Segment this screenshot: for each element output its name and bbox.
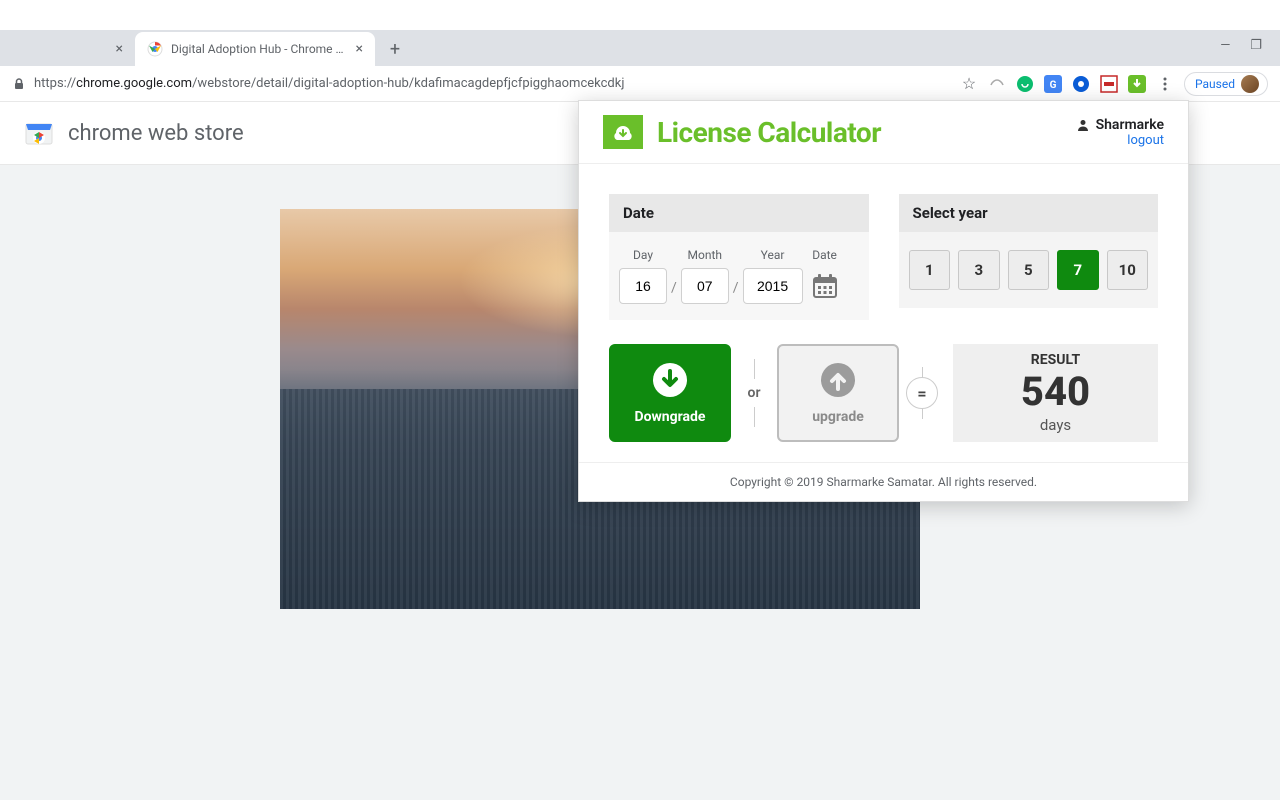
extension-icon[interactable] — [1100, 75, 1118, 93]
profile-paused-button[interactable]: Paused — [1184, 72, 1268, 96]
upgrade-button[interactable]: upgrade — [777, 344, 899, 442]
tab-blank[interactable]: × — [0, 32, 135, 66]
year-label: Year — [743, 248, 803, 262]
result-label: RESULT — [953, 352, 1158, 368]
result-value: 540 — [953, 372, 1158, 412]
calendar-icon — [810, 271, 840, 301]
or-label: or — [731, 385, 777, 401]
url-text[interactable]: https://chrome.google.com/webstore/detai… — [34, 76, 960, 91]
user-icon — [1076, 118, 1090, 132]
extension-icon[interactable] — [1016, 75, 1034, 93]
tab-strip: × Digital Adoption Hub - Chrome Web Stor… — [0, 30, 1280, 66]
lock-icon — [12, 77, 26, 91]
logout-link[interactable]: logout — [1076, 133, 1164, 148]
extension-icon[interactable] — [988, 75, 1006, 93]
year-input[interactable] — [743, 268, 803, 304]
new-tab-button[interactable]: + — [381, 35, 409, 63]
year-option-10[interactable]: 10 — [1107, 250, 1149, 290]
extension-icon[interactable] — [1072, 75, 1090, 93]
extension-icon[interactable]: G — [1044, 75, 1062, 93]
address-bar: https://chrome.google.com/webstore/detai… — [0, 66, 1280, 102]
result-box: RESULT 540 days — [953, 344, 1158, 442]
month-input[interactable] — [681, 268, 729, 304]
tab-favicon-icon — [147, 41, 163, 57]
page-title: chrome web store — [68, 121, 244, 146]
date-panel-header: Date — [609, 194, 869, 232]
extension-icon[interactable] — [1128, 75, 1146, 93]
date-label: Date — [807, 248, 843, 262]
result-unit: days — [953, 416, 1158, 434]
close-icon[interactable]: × — [356, 41, 363, 57]
year-option-3[interactable]: 3 — [958, 250, 1000, 290]
equals-icon: = — [906, 377, 938, 409]
app-logo-icon — [603, 115, 643, 149]
username-label: Sharmarke — [1076, 117, 1164, 133]
tab-active[interactable]: Digital Adoption Hub - Chrome Web Store … — [135, 32, 375, 66]
year-option-1[interactable]: 1 — [909, 250, 951, 290]
month-label: Month — [681, 248, 729, 262]
year-option-7[interactable]: 7 — [1057, 250, 1099, 290]
chrome-web-store-logo-icon — [24, 118, 54, 148]
day-input[interactable] — [619, 268, 667, 304]
downgrade-button[interactable]: Downgrade — [609, 344, 731, 442]
calendar-button[interactable] — [807, 268, 843, 304]
extension-popup: License Calculator Sharmarke logout Date… — [578, 100, 1189, 502]
close-icon[interactable]: × — [116, 41, 123, 57]
year-option-5[interactable]: 5 — [1008, 250, 1050, 290]
arrow-down-circle-icon — [651, 361, 689, 399]
popup-title: License Calculator — [657, 116, 881, 149]
star-icon[interactable]: ☆ — [960, 75, 978, 93]
svg-text:G: G — [1050, 80, 1057, 91]
popup-footer: Copyright © 2019 Sharmarke Samatar. All … — [579, 462, 1188, 501]
select-year-header: Select year — [899, 194, 1159, 232]
arrow-up-circle-icon — [819, 361, 857, 399]
window-maximize-icon[interactable]: ❐ — [1250, 38, 1262, 53]
day-label: Day — [619, 248, 667, 262]
tab-title: Digital Adoption Hub - Chrome Web Store — [171, 42, 348, 56]
avatar-icon — [1241, 75, 1259, 93]
menu-icon[interactable] — [1156, 75, 1174, 93]
window-minimize-icon[interactable]: — — [1220, 38, 1230, 53]
